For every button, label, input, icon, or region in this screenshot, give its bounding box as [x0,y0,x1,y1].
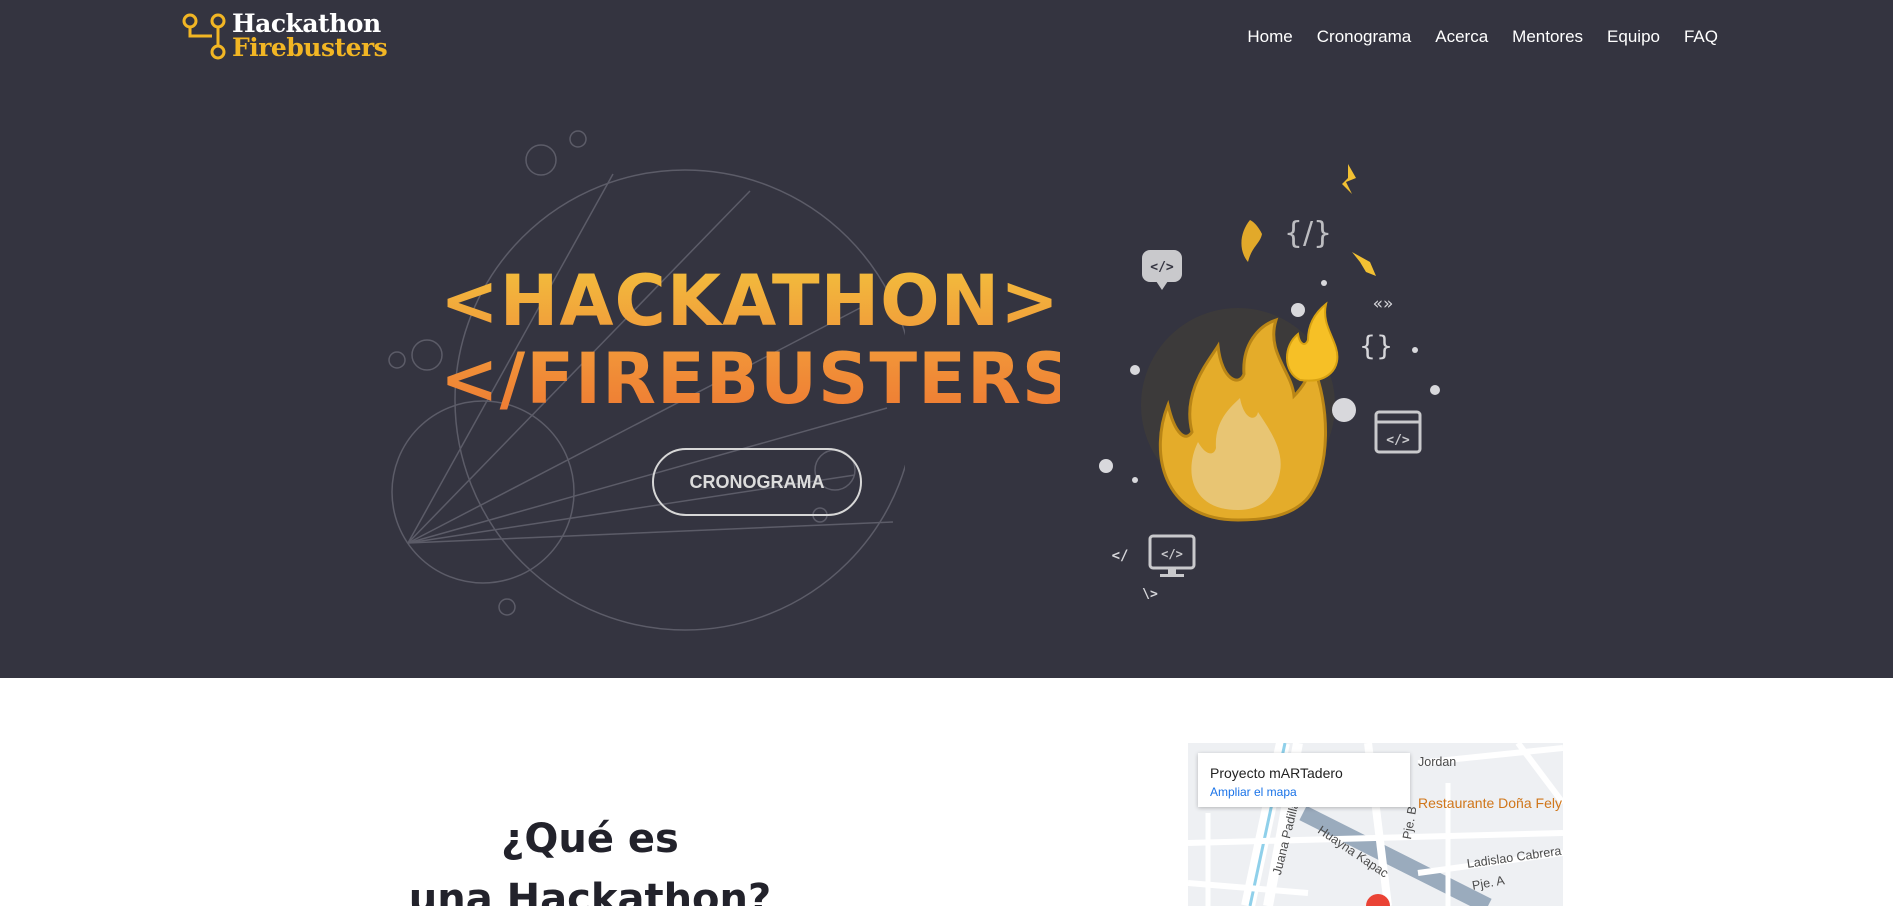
svg-text:</>: </> [1161,547,1183,561]
logo[interactable]: Hackathon Firebusters [182,11,388,62]
spark-1 [1342,164,1356,194]
flame-wisp [1241,220,1262,262]
map-info-card: Proyecto mARTadero Ampliar el mapa [1198,753,1410,807]
chat-code-icon: </> [1142,250,1182,290]
browser-code-icon: </> [1374,410,1422,454]
svg-text:</>: </> [1386,433,1410,448]
braces-icon: {} [1359,331,1393,362]
hero-section: Hackathon Firebusters Home Cronograma Ac… [0,0,1893,678]
code-braces-tag: {/} [1284,216,1332,251]
navbar: Hackathon Firebusters Home Cronograma Ac… [0,0,1893,80]
logo-text: Hackathon Firebusters [232,11,392,62]
nav-home[interactable]: Home [1247,27,1292,47]
nav-mentores[interactable]: Mentores [1512,27,1583,47]
code-close-tag: \> [1142,587,1158,602]
main-nav: Home Cronograma Acerca Mentores Equipo F… [1247,27,1718,47]
chevrons-icon: «» [1373,294,1394,314]
monitor-code-icon: </> [1148,534,1196,577]
expand-map-link[interactable]: Ampliar el mapa [1210,785,1297,799]
hero-title-line-1: <HACKATHON> [440,260,1060,342]
spark-2 [1352,252,1376,276]
nav-equipo[interactable]: Equipo [1607,27,1660,47]
map-place-name: Proyecto mARTadero [1210,765,1343,781]
fire-code-illustration: </> {/} {} «» </> </> </ \> [1099,164,1440,602]
page: Hackathon Firebusters Home Cronograma Ac… [0,0,1893,906]
map-poi-label[interactable]: Restaurante Doña Fely C [1418,795,1563,811]
code-open-tag: </ [1112,548,1129,564]
nav-faq[interactable]: FAQ [1684,27,1718,47]
nav-acerca[interactable]: Acerca [1435,27,1488,47]
hero-title-line-2: </FIREBUSTERS> [440,338,1133,420]
logo-line-2: Firebusters [232,33,388,62]
svg-text:</>: </> [1150,260,1174,275]
logo-circuit-icon [182,13,226,60]
cronograma-button[interactable]: CRONOGRAMA [652,448,862,516]
map-street-label: Jordan [1418,755,1457,769]
about-title: ¿Qué es una Hackathon? [380,809,800,906]
embedded-map[interactable]: Jordan Huayna Kapac Juana Padilla Pje. B… [1188,743,1563,906]
about-title-line-2: una Hackathon? [408,876,772,906]
about-title-line-1: ¿Qué es [501,816,679,863]
nav-cronograma[interactable]: Cronograma [1317,27,1412,47]
hero-title: <HACKATHON> </FIREBUSTERS> [440,260,1133,420]
